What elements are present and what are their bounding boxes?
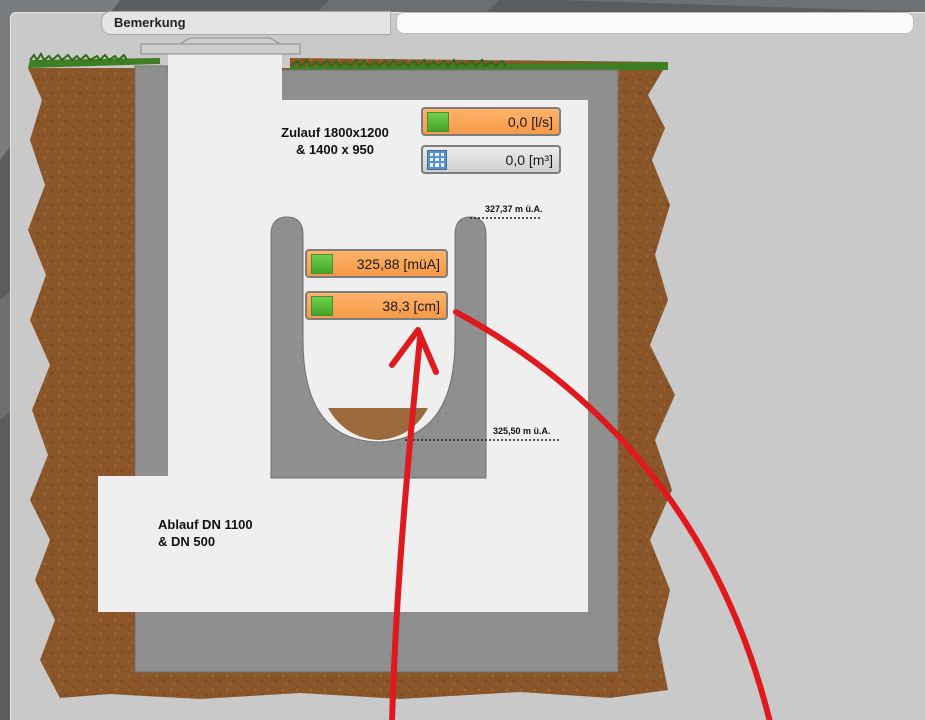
status-indicator-icon xyxy=(311,295,333,316)
water-level-readout: 325,88 [müA] xyxy=(305,249,448,278)
outlet-label: Ablauf DN 1100 & DN 500 xyxy=(158,517,253,549)
manhole-cover xyxy=(140,37,301,55)
volume-readout: 0,0 [m³] xyxy=(421,145,561,174)
level-top-label: 327,37 m ü.A. xyxy=(485,204,543,214)
water-level-value: 325,88 [müA] xyxy=(356,255,440,272)
calculator-icon xyxy=(427,149,447,170)
fill-height-readout: 38,3 [cm] xyxy=(305,291,448,320)
status-indicator-icon xyxy=(311,253,333,274)
fill-height-value: 38,3 [cm] xyxy=(382,297,440,314)
volume-value: 0,0 [m³] xyxy=(505,151,553,168)
inlet-label: Zulauf 1800x1200 & 1400 x 950 xyxy=(281,125,389,157)
flow-readout: 0,0 [l/s] xyxy=(421,107,561,136)
flow-value: 0,0 [l/s] xyxy=(507,113,553,130)
level-bottom-label: 325,50 m ü.A. xyxy=(493,426,551,436)
status-indicator-icon xyxy=(427,111,449,132)
